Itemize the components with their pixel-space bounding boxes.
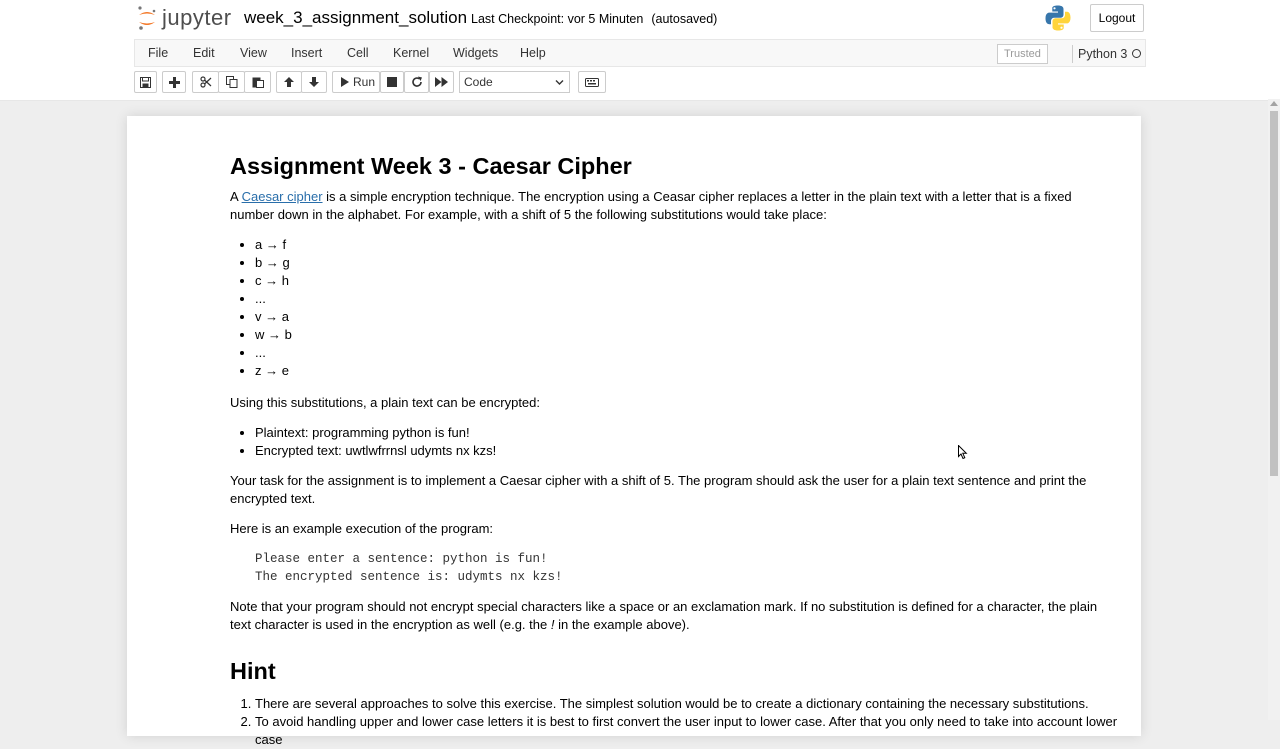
move-down-button[interactable] [301,71,327,93]
example-list: Plaintext: programming python is fun! En… [230,424,1115,460]
restart-icon [411,76,422,87]
insert-cell-button[interactable] [162,71,186,93]
list-item: ... [255,344,1115,362]
chevron-down-icon [555,80,564,85]
task-paragraph: Your task for the assignment is to imple… [230,473,1087,506]
jupyter-logo[interactable]: jupyter [136,4,232,32]
kernel-divider [1072,45,1073,63]
checkpoint-text: Last Checkpoint: vor 5 Minuten [471,12,644,26]
note-emphasis: ! [550,617,555,632]
copy-button[interactable] [218,71,245,93]
code-line: Please enter a sentence: python is fun! [255,552,548,566]
save-icon [140,76,151,88]
list-item: c → h [255,272,1115,290]
interrupt-button[interactable] [380,71,404,93]
list-item: a → f [255,236,1115,254]
stop-icon [387,77,397,87]
cut-button[interactable] [192,71,219,93]
hint-heading: Hint [230,658,276,684]
kernel-idle-indicator-icon [1132,49,1141,58]
note-paragraph: Note that your program should not encryp… [230,598,1118,634]
run-label: Run [353,75,376,89]
notebook-container: Assignment Week 3 - Caesar Cipher A Caes… [127,116,1141,747]
scissors-icon [199,76,211,88]
list-item: z → e [255,362,1115,380]
menu-cell[interactable]: Cell [347,40,369,68]
run-button[interactable]: Run [332,71,380,93]
command-palette-button[interactable] [578,71,606,93]
mouse-pointer-icon [958,445,968,460]
cell-type-value: Code [464,75,493,89]
jupyter-icon [138,6,156,30]
cell-type-select[interactable]: Code [459,71,570,93]
assignment-title: Assignment Week 3 - Caesar Cipher [230,153,632,179]
scroll-thumb[interactable] [1270,111,1278,476]
list-item: Plaintext: programming python is fun! [255,424,1115,442]
play-icon [341,77,349,87]
note-text-after: in the example above). [558,617,690,632]
plus-icon [168,76,180,88]
kernel-name[interactable]: Python 3 [1078,40,1127,68]
list-item: w → b [255,326,1115,344]
hint-list: There are several approaches to solve th… [230,695,1135,749]
list-item: ... [255,290,1115,308]
menu-widgets[interactable]: Widgets [453,40,498,68]
trusted-indicator[interactable]: Trusted [997,44,1048,64]
example-code-block: Please enter a sentence: python is fun! … [255,550,563,586]
intro-paragraph: A Caesar cipher is a simple encryption t… [230,188,1118,224]
menu-insert[interactable]: Insert [291,40,322,68]
restart-button[interactable] [404,71,429,93]
list-item: There are several approaches to solve th… [255,695,1135,713]
notebook-header: jupyter week_3_assignment_solution Last … [0,0,1280,101]
paste-button[interactable] [244,71,271,93]
keyboard-icon [585,77,599,87]
jupyter-logo-text: jupyter [162,5,232,30]
restart-run-all-button[interactable] [429,71,454,93]
logout-button[interactable]: Logout [1090,4,1144,32]
menu-file[interactable]: File [148,40,168,68]
paste-icon [252,77,264,88]
vertical-scrollbar[interactable] [1268,99,1280,720]
move-up-button[interactable] [276,71,302,93]
scroll-up-arrow-icon[interactable] [1270,101,1278,106]
list-item: Encrypted text: uwtlwfrrnsl udymts nx kz… [255,442,1115,460]
toolbar: Run Code [134,71,1146,95]
save-button[interactable] [134,71,157,93]
menubar: File Edit View Insert Cell Kernel Widget… [134,39,1146,67]
notebook-title[interactable]: week_3_assignment_solution [244,8,467,28]
copy-icon [225,76,237,88]
code-line: The encrypted sentence is: udymts nx kzs… [255,570,563,584]
menu-edit[interactable]: Edit [193,40,215,68]
menu-kernel[interactable]: Kernel [393,40,429,68]
list-item: To avoid handling upper and lower case l… [255,713,1135,749]
substitution-list: a → f b → g c → h ... v → a w → b ... z … [230,236,1115,380]
caesar-cipher-link[interactable]: Caesar cipher [242,189,323,204]
menu-view[interactable]: View [240,40,267,68]
list-item: v → a [255,308,1115,326]
list-item: b → g [255,254,1115,272]
intro-text-a: A [230,189,238,204]
checkpoint-status: Last Checkpoint: vor 5 Minuten (autosaved… [471,12,717,26]
autosaved-text: (autosaved) [651,12,718,26]
example-intro: Here is an example execution of the prog… [230,521,494,536]
fast-forward-icon [435,77,448,87]
using-text: Using this substitutions, a plain text c… [230,395,541,410]
menu-help[interactable]: Help [520,40,546,68]
intro-text: is a simple encryption technique. The en… [230,189,1072,222]
arrow-up-icon [284,77,294,87]
python-logo-icon [1044,4,1072,37]
arrow-down-icon [309,77,319,87]
